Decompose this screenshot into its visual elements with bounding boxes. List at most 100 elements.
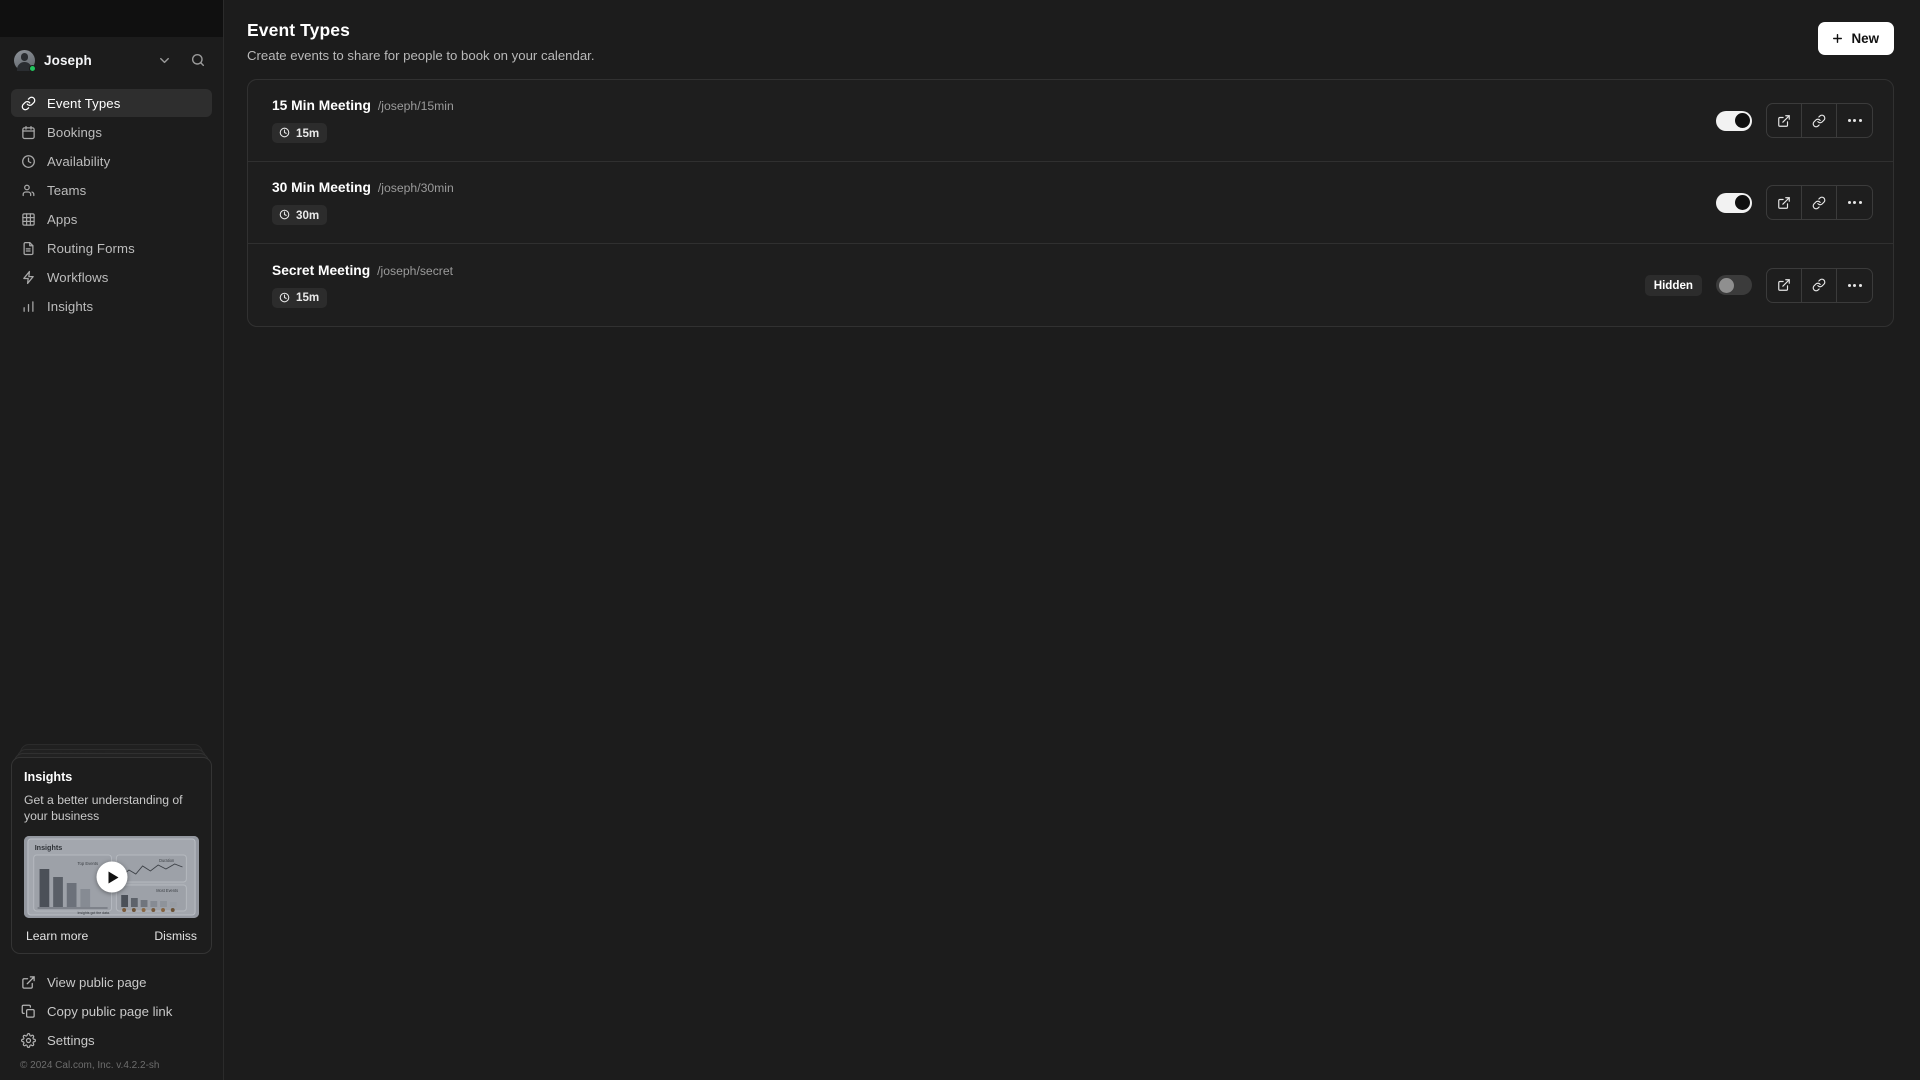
copyright-text: © 2024 Cal.com, Inc. v.4.2.2-sh xyxy=(20,1060,160,1071)
copy-link-button[interactable] xyxy=(1802,186,1837,219)
play-button[interactable] xyxy=(96,861,127,893)
sidebar-item-apps[interactable]: Apps xyxy=(11,205,212,233)
page-subtitle: Create events to share for people to boo… xyxy=(247,48,595,63)
copy-link-button[interactable] xyxy=(1802,268,1837,302)
sidebar-item-label: Availability xyxy=(47,153,111,169)
search-icon[interactable] xyxy=(187,49,209,71)
duration-label: 15m xyxy=(296,126,320,140)
clock-icon xyxy=(279,292,291,304)
row-actions xyxy=(1716,185,1873,220)
sidebar-item-label: Bookings xyxy=(47,124,103,140)
sidebar: Joseph Event Types Bookings Availability… xyxy=(0,0,224,1080)
duration-badge: 30m xyxy=(272,205,328,225)
avatar xyxy=(14,49,36,72)
copy-public-page-link[interactable]: Copy public page link xyxy=(11,997,212,1025)
bar-chart-icon xyxy=(20,298,36,314)
event-types-list: 15 Min Meeting /joseph/15min 15m 30 Min … xyxy=(247,79,1894,327)
promo-actions: Learn more Dismiss xyxy=(24,929,199,943)
preview-button[interactable] xyxy=(1767,268,1802,302)
sidebar-item-label: Apps xyxy=(47,211,78,227)
clock-icon xyxy=(279,209,291,221)
sidebar-item-workflows[interactable]: Workflows xyxy=(11,263,212,291)
sidebar-item-event-types[interactable]: Event Types xyxy=(11,89,212,117)
sidebar-item-routing-forms[interactable]: Routing Forms xyxy=(11,234,212,262)
clock-icon xyxy=(279,127,291,139)
sidebar-item-label: Insights xyxy=(47,298,94,314)
svg-text:Insights got the data.: Insights got the data. xyxy=(77,911,109,915)
duration-badge: 15m xyxy=(272,123,328,143)
duration-label: 30m xyxy=(296,208,320,222)
more-options-button[interactable] xyxy=(1837,269,1872,302)
promo-card: Insights Get a better understanding of y… xyxy=(11,756,212,954)
clock-icon xyxy=(20,153,36,169)
table-row[interactable]: 15 Min Meeting /joseph/15min 15m xyxy=(248,80,1893,162)
event-title: 30 Min Meeting xyxy=(272,180,371,195)
event-visibility-toggle[interactable] xyxy=(1716,110,1752,131)
status-badge: Hidden xyxy=(1644,274,1702,296)
table-row[interactable]: 30 Min Meeting /joseph/30min 30m xyxy=(248,162,1893,244)
sidebar-top-strip xyxy=(0,0,223,37)
event-visibility-toggle[interactable] xyxy=(1716,275,1752,295)
event-title: 15 Min Meeting xyxy=(272,98,371,113)
sidebar-item-availability[interactable]: Availability xyxy=(11,147,212,175)
document-icon xyxy=(20,240,36,256)
copy-link-button[interactable] xyxy=(1802,104,1837,137)
event-slug: /joseph/30min xyxy=(377,181,454,195)
row-actions: Hidden xyxy=(1644,267,1873,303)
event-title: Secret Meeting xyxy=(272,262,371,278)
promo-video-thumbnail[interactable]: Insights Top Events Duration Most Events… xyxy=(24,836,199,918)
grid-icon xyxy=(20,211,36,227)
calendar-icon xyxy=(20,124,36,140)
settings-link[interactable]: Settings xyxy=(11,1026,212,1054)
event-visibility-toggle[interactable] xyxy=(1716,192,1752,213)
page-header: Event Types Create events to share for p… xyxy=(247,12,1894,79)
sidebar-footer-links: View public page Copy public page link S… xyxy=(0,968,223,1054)
event-info: Secret Meeting /joseph/secret 15m xyxy=(272,263,1645,308)
ellipsis-icon xyxy=(1847,119,1862,122)
duration-label: 15m xyxy=(296,291,320,304)
sidebar-item-label: Routing Forms xyxy=(47,240,135,256)
foot-item-label: Copy public page link xyxy=(47,1003,173,1019)
table-row[interactable]: Secret Meeting /joseph/secret 15m Hidden xyxy=(248,244,1893,326)
link-icon xyxy=(20,95,36,111)
event-info: 15 Min Meeting /joseph/15min 15m xyxy=(272,98,1716,143)
row-action-group xyxy=(1766,103,1873,138)
gear-icon xyxy=(20,1032,36,1048)
page-title: Event Types xyxy=(247,20,350,40)
new-event-type-button[interactable]: New xyxy=(1818,22,1894,55)
external-link-icon xyxy=(20,974,36,990)
svg-text:Duration: Duration xyxy=(159,858,174,863)
main-content: Event Types Create events to share for p… xyxy=(224,0,1920,1080)
more-options-button[interactable] xyxy=(1837,186,1872,219)
user-name: Joseph xyxy=(44,52,92,68)
chevron-down-icon[interactable] xyxy=(156,52,172,68)
learn-more-link[interactable]: Learn more xyxy=(26,929,88,943)
dismiss-link[interactable]: Dismiss xyxy=(154,929,197,943)
row-action-group xyxy=(1766,267,1873,303)
promo-title: Insights xyxy=(24,769,73,784)
sidebar-item-bookings[interactable]: Bookings xyxy=(11,118,212,146)
user-menu[interactable]: Joseph xyxy=(0,37,223,83)
foot-item-label: Settings xyxy=(47,1032,95,1048)
sidebar-item-label: Event Types xyxy=(47,95,121,111)
preview-button[interactable] xyxy=(1767,186,1802,219)
view-public-page-link[interactable]: View public page xyxy=(11,968,212,996)
ellipsis-icon xyxy=(1847,283,1862,287)
promo-subtitle: Get a better understanding of your busin… xyxy=(24,792,183,824)
sidebar-item-insights[interactable]: Insights xyxy=(11,292,212,320)
sidebar-item-label: Teams xyxy=(47,182,87,198)
sidebar-item-teams[interactable]: Teams xyxy=(11,176,212,204)
more-options-button[interactable] xyxy=(1837,104,1872,137)
event-info: 30 Min Meeting /joseph/30min 30m xyxy=(272,180,1716,225)
app-root: Joseph Event Types Bookings Availability… xyxy=(0,0,1920,1080)
users-icon xyxy=(20,182,36,198)
event-slug: /joseph/15min xyxy=(377,99,454,113)
insights-promo: Dynamic booking links Booking link that … xyxy=(11,743,212,954)
plus-icon xyxy=(1831,32,1844,45)
event-slug: /joseph/secret xyxy=(377,263,454,278)
svg-text:Top Events: Top Events xyxy=(77,861,98,866)
ellipsis-icon xyxy=(1847,201,1862,204)
row-action-group xyxy=(1766,185,1873,220)
preview-button[interactable] xyxy=(1767,104,1802,137)
duration-badge: 15m xyxy=(272,287,328,308)
